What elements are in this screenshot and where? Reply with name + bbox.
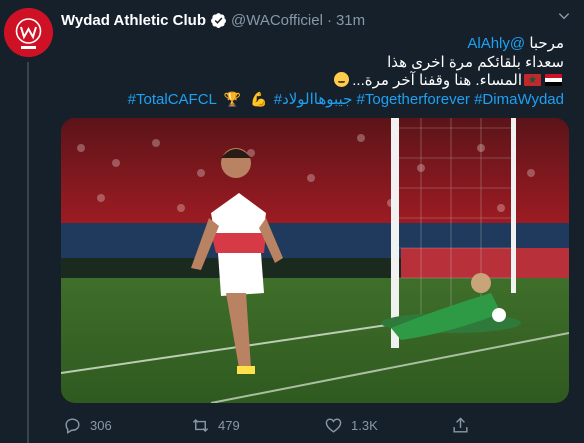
reply-icon: [65, 417, 80, 434]
chevron-down-icon: [558, 13, 570, 20]
share-icon: [453, 416, 468, 433]
tweet-actions: 306 479 1.3K: [61, 414, 569, 436]
tweet-text-line-2: سعداء بلقائكم مرة اخرى هذا: [387, 54, 564, 71]
egypt-flag-icon: [545, 74, 562, 86]
retweet-button[interactable]: 479: [191, 416, 240, 435]
like-count: 1.3K: [351, 417, 378, 433]
tweet-text-line-3: ...المساء. هنا وقفنا آخر مرة: [331, 71, 564, 90]
mention-link[interactable]: @AlAhly: [467, 35, 525, 52]
winking-face-icon: [334, 72, 350, 87]
retweet-count: 479: [218, 417, 240, 433]
greeting-text: مرحبا: [529, 35, 564, 52]
wydad-logo-icon: [4, 8, 53, 57]
more-options-button[interactable]: [554, 6, 574, 26]
share-button[interactable]: [451, 416, 478, 435]
reply-count: 306: [90, 417, 112, 433]
verified-badge-icon: [211, 12, 226, 28]
hashtag-link[interactable]: #Togetherforever: [357, 91, 470, 108]
tweet-hashtags-line: #TotalCAFCL 🏆 💪 #جيبوهاالولاد #Togetherf…: [128, 90, 564, 109]
author-name[interactable]: Wydad Athletic Club: [61, 12, 206, 29]
football-celebration-photo: [61, 118, 569, 403]
tweet[interactable]: Wydad Athletic Club @WACofficiel · 31m م…: [0, 0, 584, 443]
retweet-icon: [192, 418, 209, 432]
separator-dot: ·: [326, 11, 332, 29]
trophy-icon: 🏆: [223, 91, 241, 107]
morocco-flag-icon: [524, 71, 541, 90]
author-handle[interactable]: @WACofficiel: [231, 12, 323, 29]
thread-line: [27, 62, 29, 443]
avatar[interactable]: [4, 8, 53, 57]
like-button[interactable]: 1.3K: [324, 416, 378, 435]
flexed-biceps-icon: 💪: [250, 91, 268, 107]
tweet-timestamp[interactable]: 31m: [336, 12, 365, 29]
hashtag-link[interactable]: #جيبوهاالولاد: [274, 91, 353, 108]
hashtag-link[interactable]: #DimaWydad: [474, 91, 564, 108]
line3-text: ...المساء. هنا وقفنا آخر مرة: [352, 72, 522, 89]
hashtag-link[interactable]: #TotalCAFCL: [128, 91, 217, 108]
tweet-text-line-1: مرحبا @AlAhly: [467, 34, 564, 53]
tweet-photo[interactable]: [61, 118, 569, 403]
reply-button[interactable]: 306: [63, 416, 112, 435]
tweet-header: Wydad Athletic Club @WACofficiel · 31m: [61, 9, 584, 31]
heart-icon: [325, 417, 342, 433]
